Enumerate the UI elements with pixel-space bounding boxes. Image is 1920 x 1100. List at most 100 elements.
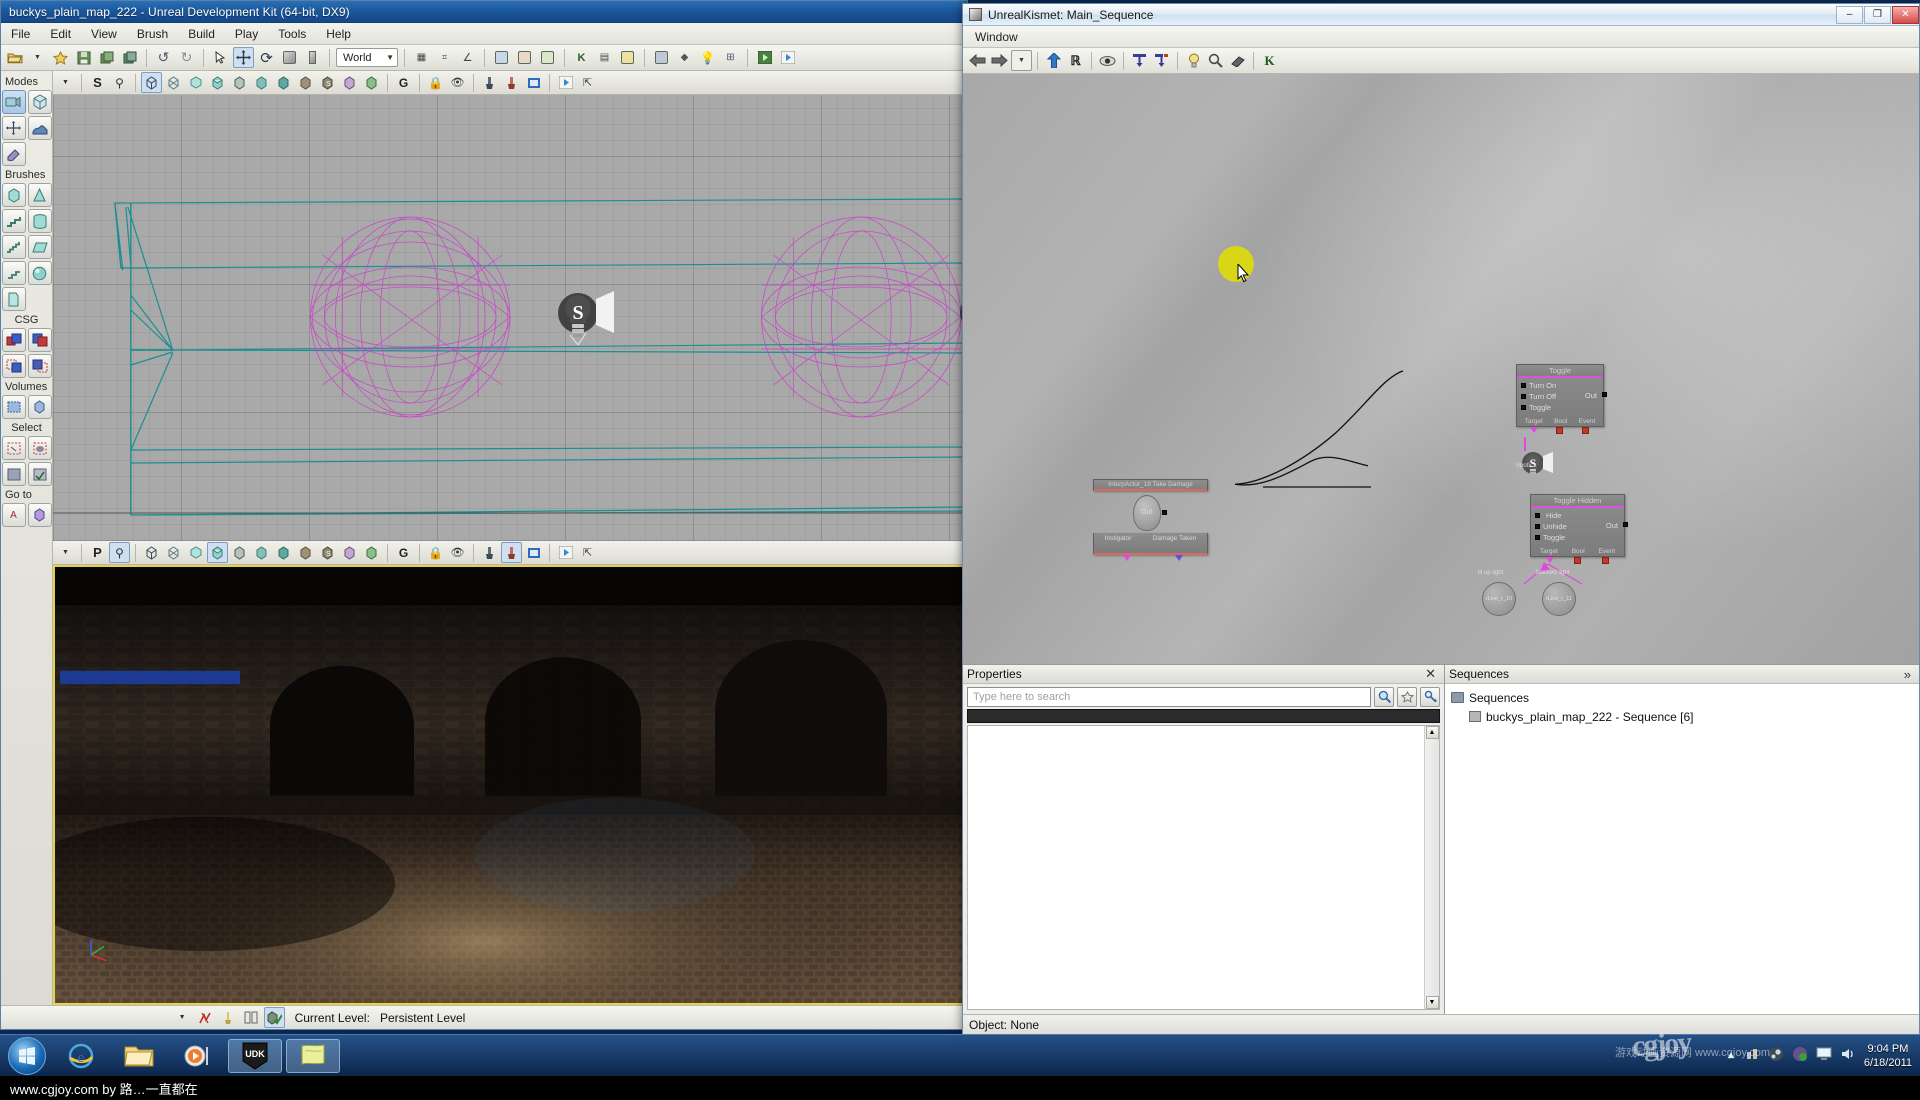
persp-maximize-viewport-button[interactable] [523,542,544,563]
viewport-top-lock-button[interactable]: ⚲ [109,72,130,93]
persp-game-view-button[interactable]: G [393,542,414,563]
show-flags-button[interactable]: 👁 [447,72,468,93]
sequence-forward-button[interactable] [989,50,1010,71]
properties-search-input[interactable]: Type here to search [967,686,1371,707]
properties-search-button[interactable] [1374,686,1394,707]
favorites-button[interactable] [50,47,71,68]
properties-close-button[interactable]: ✕ [1421,666,1440,682]
mesh-paint-mode-button[interactable] [1,142,26,166]
add-volume-button[interactable] [1,395,26,419]
node-input-hide[interactable]: Hide [1533,510,1563,520]
viewport-persp-menu-button[interactable]: ▼ [55,542,76,563]
viewport-top-menu-button[interactable]: ▼ [55,72,76,93]
persp-view-unlit-button[interactable] [185,542,206,563]
terrain-mode-button[interactable] [27,116,52,140]
play-in-viewport-button[interactable] [777,47,798,68]
content-browser-button[interactable] [491,47,512,68]
detach-viewport-button[interactable]: ⇱ [577,72,598,93]
view-detail-lighting-button[interactable] [251,72,272,93]
stairs-brush-button[interactable] [1,209,26,233]
fracture-tool-button[interactable] [195,1007,216,1028]
lightmass-button[interactable] [617,47,638,68]
node-output-port[interactable] [1623,522,1628,527]
select-mode-button[interactable] [210,47,231,68]
view-wireframe-button[interactable] [163,72,184,93]
kismet-node-toggle-hidden[interactable]: Toggle Hidden Hide Unhide Toggle Out Tar… [1478,494,1628,616]
view-lit-button[interactable] [207,72,228,93]
volumetric-brush-button[interactable] [1,287,26,311]
scale-nonuniform-button[interactable] [302,47,323,68]
kismet-logo-button[interactable]: K [1259,50,1280,71]
menu-play[interactable]: Play [225,25,268,43]
cylinder-brush-button[interactable] [27,209,52,233]
actor-classes-button[interactable] [514,47,535,68]
zoom-to-fit-button[interactable] [1129,50,1150,71]
kismet-button[interactable]: K [571,47,592,68]
transform-space-combo[interactable]: World ▼ [336,48,398,67]
display-icon[interactable] [1816,1047,1832,1064]
node-input-toggle[interactable]: Toggle [1533,532,1567,542]
camera-mode-button[interactable] [1,90,26,114]
viewport-persp-lock-button[interactable]: ⚲ [109,542,130,563]
taskbar-internet-explorer[interactable]: e [54,1039,108,1073]
drag-grid-size-button[interactable]: ⌗ [434,47,455,68]
node-output-port[interactable] [1602,392,1607,397]
sheet-brush-button[interactable] [27,235,52,259]
input-port[interactable] [1535,512,1540,518]
persp-detach-viewport-button[interactable]: ⇱ [577,542,598,563]
actor-paint-button[interactable] [479,72,500,93]
build-all-button[interactable] [651,47,672,68]
properties-list[interactable]: ▲ ▼ [967,725,1440,1010]
persp-view-lit-button[interactable] [207,542,228,563]
taskbar-notepad[interactable] [286,1038,340,1073]
goto-bookmark-button[interactable] [27,503,52,527]
csg-add-button[interactable] [1,328,26,352]
view-lit-detail-button[interactable] [229,72,250,93]
up-to-parent-button[interactable] [1043,50,1064,71]
linked-var-blacked-light[interactable]: rLine_r_11 [1542,582,1576,616]
save-all-levels-button[interactable] [119,47,140,68]
view-lightmap-density-button[interactable] [361,72,382,93]
menu-tools[interactable]: Tools [268,25,316,43]
build-geometry-button[interactable]: ◆ [674,47,695,68]
taskbar-media-player[interactable] [170,1039,224,1073]
spiral-stairs-brush-button[interactable] [1,261,26,285]
status-dropdown-button[interactable]: ▼ [172,1007,193,1028]
select-all-button[interactable] [27,436,52,460]
lock-viewport-button[interactable]: 🔒 [425,72,446,93]
input-port[interactable] [1521,404,1526,410]
view-shader-complexity-button[interactable] [339,72,360,93]
kismet-node-interpactor-take-damage[interactable]: InterpActor_18 Take Damage Out Instigato… [1093,479,1208,563]
taskbar-udk[interactable]: UDK [228,1038,282,1073]
open-dropdown-button[interactable]: ▼ [27,47,48,68]
node-input-unhide[interactable]: Unhide [1533,521,1569,531]
kismet-node-toggle[interactable]: Toggle Turn On Turn Off Toggle Out Targe… [1516,364,1607,481]
paint-tool-button[interactable] [218,1007,239,1028]
persp-view-lightmap-density-button[interactable] [361,542,382,563]
menu-view[interactable]: View [81,25,127,43]
var-connector-blue[interactable] [1175,555,1183,561]
taskbar-explorer[interactable] [112,1039,166,1073]
persp-view-lighting-only-button[interactable] [273,542,294,563]
game-view-button[interactable]: G [393,72,414,93]
persp-lock-viewport-button[interactable]: 🔒 [425,542,446,563]
maximize-viewport-button[interactable] [523,72,544,93]
open-new-window-button[interactable] [1183,50,1204,71]
scene-manager-button[interactable] [537,47,558,68]
save-button[interactable] [73,47,94,68]
persp-view-shader-complexity-button[interactable] [339,542,360,563]
view-unlit-button[interactable] [185,72,206,93]
minimize-button[interactable]: – [1836,5,1863,24]
sequences-root-row[interactable]: Sequences [1451,688,1913,707]
zoom-to-fit-all-button[interactable] [1151,50,1172,71]
open-button[interactable] [4,47,25,68]
persp-view-light-complexity-button[interactable] [295,542,316,563]
view-brush-wireframe-button[interactable] [141,72,162,93]
persp-view-detail-lighting-button[interactable] [251,542,272,563]
curved-stairs-brush-button[interactable] [1,235,26,259]
antivirus-icon[interactable] [1792,1046,1808,1065]
undo-button[interactable]: ↺ [153,47,174,68]
var-connector-event[interactable] [1582,427,1589,434]
var-connector-bool[interactable] [1556,427,1563,434]
sphere-brush-button[interactable] [27,261,52,285]
